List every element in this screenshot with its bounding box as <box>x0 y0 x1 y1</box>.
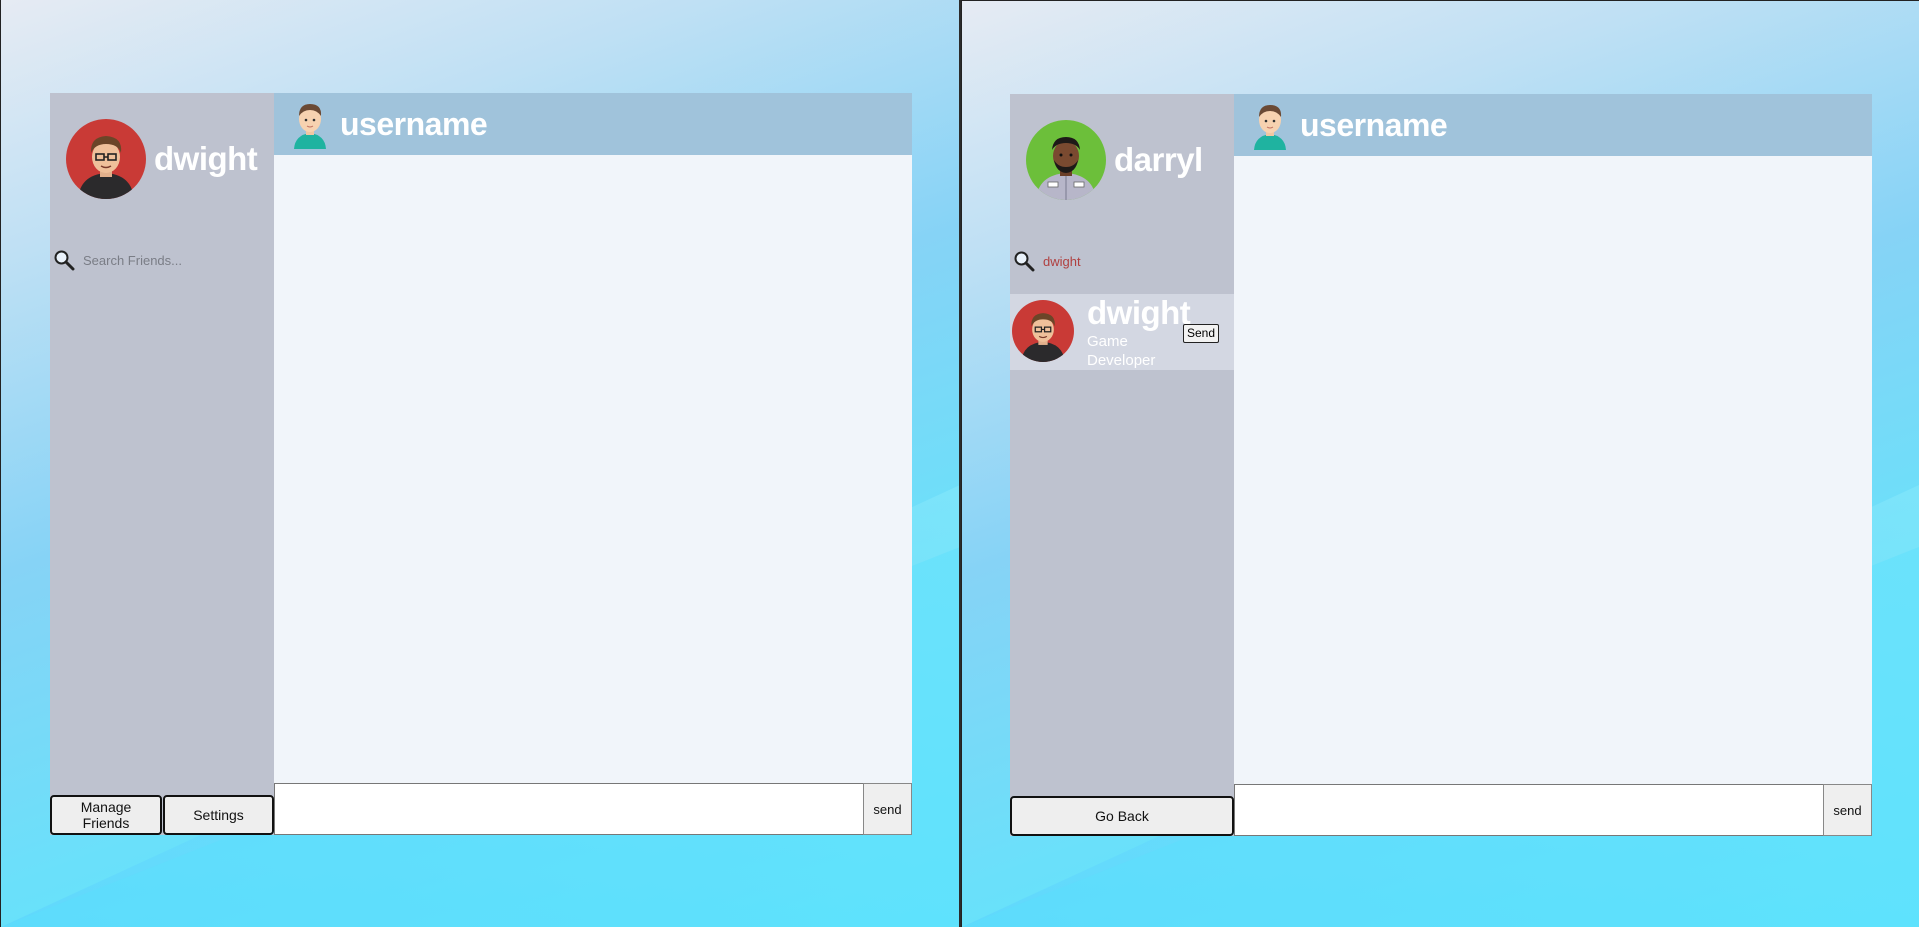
chat-header: username <box>1234 94 1872 156</box>
profile-name: darryl <box>1114 141 1203 178</box>
send-button[interactable]: send <box>863 783 912 835</box>
search-input[interactable] <box>81 251 265 269</box>
dwight-avatar <box>66 119 146 199</box>
user-profile: dwight <box>66 119 258 199</box>
search-input[interactable] <box>1041 252 1225 270</box>
chat-header-name: username <box>340 105 488 142</box>
profile-name: dwight <box>154 140 258 177</box>
message-input[interactable] <box>274 783 864 835</box>
friend-search <box>53 248 269 272</box>
message-composer: send <box>1234 784 1872 836</box>
user-avatar-icon <box>294 104 326 149</box>
chat-header: username <box>274 93 912 155</box>
send-request-button[interactable]: Send <box>1183 324 1220 343</box>
send-button[interactable]: send <box>1823 784 1872 836</box>
sidebar: darryl dwight dwight Game Developer Send… <box>1010 94 1234 836</box>
sidebar: dwight Manage Friends Settings <box>50 93 274 835</box>
friend-name: dwight <box>1087 294 1191 331</box>
friend-title: Game Developer <box>1087 333 1156 369</box>
darryl-avatar <box>1026 120 1106 200</box>
right-window: darryl dwight dwight Game Developer Send… <box>961 0 1919 927</box>
search-icon <box>54 250 75 271</box>
chat-header-name: username <box>1300 106 1448 143</box>
search-result-item[interactable]: dwight Game Developer Send <box>1010 294 1234 370</box>
user-avatar-icon <box>1254 105 1286 150</box>
settings-button[interactable]: Settings <box>163 795 274 835</box>
dwight-avatar <box>1012 300 1074 362</box>
left-window: dwight Manage Friends Settings <box>0 0 960 927</box>
message-area <box>1234 156 1872 784</box>
message-composer: send <box>274 783 912 835</box>
message-area <box>274 155 912 783</box>
search-icon <box>1014 251 1035 272</box>
go-back-button[interactable]: Go Back <box>1010 796 1234 836</box>
chat-app: dwight Manage Friends Settings <box>50 93 912 835</box>
message-input[interactable] <box>1234 784 1824 836</box>
manage-friends-button[interactable]: Manage Friends <box>50 795 162 835</box>
friend-search <box>1013 249 1229 273</box>
user-profile: darryl <box>1026 120 1203 200</box>
chat-app: darryl dwight dwight Game Developer Send… <box>1010 94 1872 836</box>
